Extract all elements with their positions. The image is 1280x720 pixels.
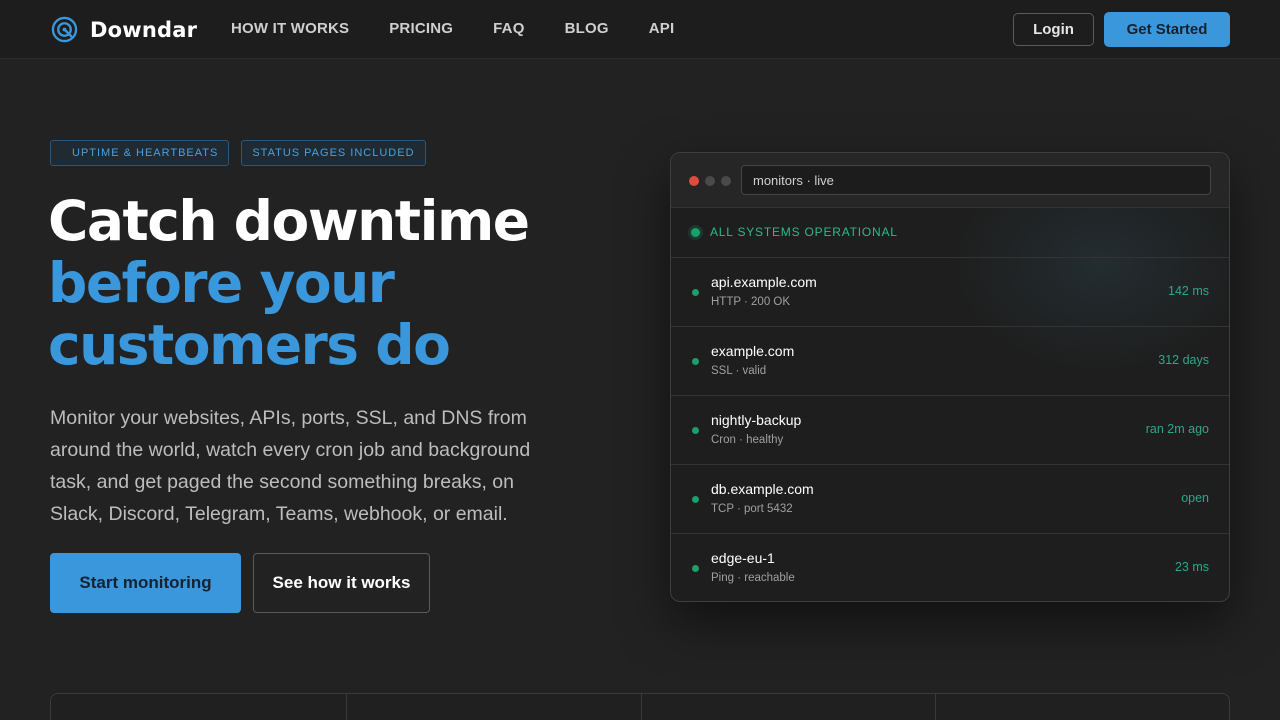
monitor-up-dot-icon [692,427,699,434]
monitor-up-dot-icon [692,358,699,365]
brand-logo[interactable]: Downdar [51,16,197,43]
card-divider [346,694,347,720]
monitor-value: 142 ms [1168,284,1209,298]
monitor-up-dot-icon [692,565,699,572]
monitor-value: ran 2m ago [1145,422,1209,436]
monitor-name: api.example.com [711,274,817,290]
headline-line-1: Catch downtime [48,189,530,253]
monitor-value: 312 days [1158,353,1209,367]
minimize-dot-icon [705,176,715,186]
hero-headline: Catch downtime before your customers do [48,189,530,377]
feature-cards-strip [50,693,1230,720]
headline-line-3: customers do [48,313,451,377]
radar-icon [51,16,78,43]
top-nav: Downdar HOW IT WORKS PRICING FAQ BLOG AP… [0,0,1280,59]
monitor-detail: TCP · port 5432 [711,503,793,515]
start-monitoring-button[interactable]: Start monitoring [50,553,241,613]
monitor-name: nightly-backup [711,412,802,428]
nav-link-pricing[interactable]: PRICING [389,20,453,37]
monitor-row: nightly-backup Cron · healthy ran 2m ago [671,396,1229,465]
monitor-up-dot-icon [692,496,699,503]
brand-name: Downdar [90,17,198,42]
hero-description: Monitor your websites, APIs, ports, SSL,… [50,407,531,525]
nav-links: HOW IT WORKS PRICING FAQ BLOG API [231,20,714,37]
badge-status-pages: STATUS PAGES INCLUDED [241,140,426,166]
see-how-it-works-button[interactable]: See how it works [253,553,430,613]
nav-link-blog[interactable]: BLOG [565,20,609,37]
nav-link-faq[interactable]: FAQ [493,20,524,37]
status-ok-icon [691,228,700,237]
maximize-dot-icon [721,176,731,186]
window-titlebar: monitors · live [671,153,1229,208]
close-dot-icon [689,176,699,186]
hero-badges: UPTIME & HEARTBEATS STATUS PAGES INCLUDE… [50,140,438,166]
nav-link-api[interactable]: API [649,20,675,37]
monitors-preview-window: monitors · live ALL SYSTEMS OPERATIONAL … [670,152,1230,602]
monitor-detail: HTTP · 200 OK [711,296,791,308]
monitor-row: api.example.com HTTP · 200 OK 142 ms [671,258,1229,327]
monitor-row: example.com SSL · valid 312 days [671,327,1229,396]
monitor-detail: Ping · reachable [711,572,795,584]
overall-status-row: ALL SYSTEMS OPERATIONAL [671,208,1229,258]
monitor-detail: Cron · healthy [711,434,784,446]
nav-link-how-it-works[interactable]: HOW IT WORKS [231,20,349,37]
login-button[interactable]: Login [1013,13,1094,46]
monitor-value: open [1181,491,1209,505]
card-divider [935,694,936,720]
monitor-row: db.example.com TCP · port 5432 open [671,465,1229,534]
window-address-bar: monitors · live [741,165,1211,195]
monitor-name: example.com [711,343,795,359]
monitor-name: db.example.com [711,481,814,497]
badge-uptime-heartbeats: UPTIME & HEARTBEATS [50,140,230,166]
get-started-button[interactable]: Get Started [1104,12,1230,47]
monitor-up-dot-icon [692,289,699,296]
monitor-value: 23 ms [1174,560,1209,574]
overall-status-text: ALL SYSTEMS OPERATIONAL [710,225,898,239]
monitor-row: edge-eu-1 Ping · reachable 23 ms [671,534,1229,601]
headline-line-2: before your [48,251,395,315]
card-divider [641,694,642,720]
monitor-name: edge-eu-1 [711,550,775,566]
monitor-detail: SSL · valid [711,365,767,377]
